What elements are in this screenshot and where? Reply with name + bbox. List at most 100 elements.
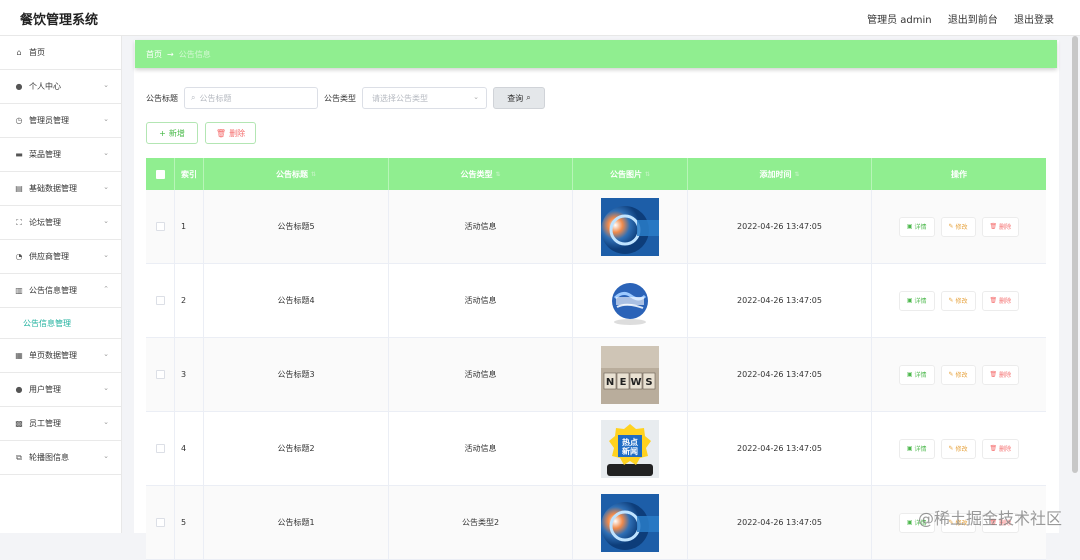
- time-cell: 2022-04-26 13:47:05: [688, 412, 872, 485]
- delete-button[interactable]: 🗑 删除: [981, 364, 1020, 385]
- index-cell: 3: [175, 338, 204, 411]
- sidebar-item-label: 菜品管理: [29, 150, 61, 159]
- image-cell: NEWS: [573, 338, 688, 411]
- sidebar-item-label: 公告信息管理: [29, 286, 77, 295]
- notice-image[interactable]: [601, 197, 659, 256]
- notice-image[interactable]: 热点 新闻: [601, 419, 659, 478]
- sidebar-item-11[interactable]: ⧉ 轮播图信息 ⌄: [0, 441, 121, 475]
- table-row: 5 公告标题1 公告类型2 2022-04-26 13:47:05 ▣ 详情 ✎ 修改 🗑 删除: [146, 486, 1046, 560]
- title-search-input[interactable]: ⌕ 公告标题: [184, 87, 318, 109]
- top-actions: 管理员 admin 退出到前台 退出登录: [854, 11, 1054, 26]
- sidebar-item-1[interactable]: ● 个人中心 ⌄: [0, 70, 121, 104]
- row-checkbox[interactable]: [155, 296, 165, 305]
- sidebar-item-5[interactable]: ⛶ 论坛管理 ⌄: [0, 206, 121, 240]
- table-body: 1 公告标题5 活动信息 2022-04-26 13:47:05 ▣ 详情 ✎ 修改 🗑 删除 2 公…: [146, 190, 1046, 560]
- sidebar-item-10[interactable]: ▩ 员工管理 ⌄: [0, 407, 121, 441]
- breadcrumb-home[interactable]: 首页: [146, 49, 162, 60]
- sort-icon[interactable]: ⇅: [645, 171, 650, 178]
- header-time[interactable]: 添加时间 ⇅: [688, 158, 872, 190]
- sidebar-item-8[interactable]: ▦ 单页数据管理 ⌄: [0, 339, 121, 373]
- delete-button[interactable]: 🗑 删除: [981, 438, 1020, 459]
- sidebar-item-9[interactable]: ● 用户管理 ⌄: [0, 373, 121, 407]
- detail-button-label: 详情: [914, 224, 927, 231]
- delete-button-label: 删除: [999, 298, 1012, 305]
- sidebar: ⌂ 首页 ● 个人中心 ⌄ ◷ 管理员管理 ⌄ ▬ 菜品管理 ⌄ ▤ 基础数据管理 ⌄ ⛶ 论坛管理 ⌄ ◔ 供应商…: [0, 36, 122, 533]
- type-cell: 活动信息: [389, 190, 573, 263]
- trash-icon: 🗑: [215, 128, 227, 138]
- edit-icon: ✎: [948, 297, 954, 304]
- detail-button[interactable]: ▣ 详情: [898, 438, 935, 459]
- delete-button-label: 删除: [999, 224, 1012, 231]
- detail-button-label: 详情: [914, 298, 927, 305]
- row-checkbox[interactable]: [155, 518, 165, 527]
- type-cell: 公告类型2: [389, 486, 573, 559]
- delete-button[interactable]: 🗑 删除: [981, 216, 1020, 237]
- detail-icon: ▣: [906, 297, 913, 304]
- row-checkbox[interactable]: [155, 444, 165, 453]
- logout-link[interactable]: 退出登录: [1014, 15, 1054, 26]
- detail-icon: ▣: [906, 371, 913, 378]
- sort-icon[interactable]: ⇅: [794, 171, 799, 178]
- header-type-label: 公告类型: [460, 169, 493, 179]
- detail-button[interactable]: ▣ 详情: [898, 216, 935, 237]
- sidebar-item-label: 基础数据管理: [29, 184, 77, 193]
- edit-button[interactable]: ✎ 修改: [940, 364, 976, 385]
- select-all-checkbox[interactable]: [155, 169, 165, 179]
- exit-to-front-link[interactable]: 退出到前台: [948, 15, 998, 26]
- notice-image[interactable]: NEWS: [601, 345, 659, 404]
- sidebar-item-2[interactable]: ◷ 管理员管理 ⌄: [0, 104, 121, 138]
- chevron-icon: ⌄: [103, 149, 109, 157]
- ops-cell: ▣ 详情 ✎ 修改 🗑 删除: [872, 412, 1046, 485]
- sidebar-item-label: 管理员管理: [29, 116, 69, 125]
- edit-button[interactable]: ✎ 修改: [940, 438, 976, 459]
- scrollbar[interactable]: [1072, 36, 1078, 473]
- sidebar-item-7[interactable]: ▥ 公告信息管理 ⌃: [0, 274, 121, 308]
- batch-delete-button[interactable]: 🗑 删除: [205, 122, 256, 144]
- edit-button[interactable]: ✎ 修改: [940, 216, 976, 237]
- sidebar-item-label: 供应商管理: [29, 252, 69, 261]
- notice-image[interactable]: [601, 493, 659, 552]
- image-cell: [573, 486, 688, 559]
- notice-image[interactable]: [601, 271, 659, 330]
- detail-button[interactable]: ▣ 详情: [898, 290, 935, 311]
- frame-icon: ⛶: [16, 217, 22, 227]
- sort-icon[interactable]: ⇅: [311, 171, 316, 178]
- sidebar-item-label: 个人中心: [29, 82, 61, 91]
- edit-button[interactable]: ✎ 修改: [940, 290, 976, 311]
- edit-button-label: 修改: [955, 298, 968, 305]
- chevron-down-icon: ⌄: [473, 93, 479, 101]
- delete-button[interactable]: 🗑 删除: [981, 290, 1020, 311]
- chevron-icon: ⌄: [103, 384, 109, 392]
- app-title: 餐饮管理系统: [20, 13, 99, 28]
- header-title[interactable]: 公告标题 ⇅: [204, 158, 389, 190]
- sidebar-subitem-notice[interactable]: 公告信息管理: [0, 308, 121, 339]
- sidebar-item-4[interactable]: ▤ 基础数据管理 ⌄: [0, 172, 121, 206]
- detail-button[interactable]: ▣ 详情: [898, 364, 935, 385]
- detail-button-label: 详情: [914, 446, 927, 453]
- header-type[interactable]: 公告类型 ⇅: [389, 158, 573, 190]
- header-time-label: 添加时间: [759, 169, 792, 179]
- chevron-icon: ⌃: [103, 285, 109, 293]
- row-checkbox[interactable]: [155, 370, 165, 379]
- doc-icon: ▦: [15, 351, 23, 360]
- notice-table: 索引 公告标题 ⇅ 公告类型 ⇅ 公告图片 ⇅ 添加时间 ⇅ 操作 1 公告标题5 活动信息…: [146, 158, 1046, 560]
- search-icon: ⌕: [191, 93, 196, 102]
- news-letter-e: E: [620, 377, 627, 388]
- header-image[interactable]: 公告图片 ⇅: [573, 158, 688, 190]
- detail-icon: ▣: [906, 519, 913, 526]
- ops-cell: ▣ 详情 ✎ 修改 🗑 删除: [872, 190, 1046, 263]
- sidebar-item-3[interactable]: ▬ 菜品管理 ⌄: [0, 138, 121, 172]
- table-row: 1 公告标题5 活动信息 2022-04-26 13:47:05 ▣ 详情 ✎ 修改 🗑 删除: [146, 190, 1046, 264]
- news-letter-w: W: [630, 377, 641, 388]
- gauge-icon: ◔: [15, 252, 23, 261]
- add-button[interactable]: + 新增: [146, 122, 198, 144]
- chevron-icon: ⌄: [103, 217, 109, 225]
- trash-icon: 🗑: [989, 445, 998, 452]
- row-checkbox[interactable]: [155, 222, 165, 231]
- sidebar-item-6[interactable]: ◔ 供应商管理 ⌄: [0, 240, 121, 274]
- admin-user[interactable]: 管理员 admin: [867, 15, 932, 26]
- sort-icon[interactable]: ⇅: [495, 171, 500, 178]
- search-button[interactable]: 查询 ⌕: [493, 87, 545, 109]
- type-select[interactable]: 请选择公告类型 ⌄: [362, 87, 487, 109]
- sidebar-item-0[interactable]: ⌂ 首页: [0, 36, 121, 70]
